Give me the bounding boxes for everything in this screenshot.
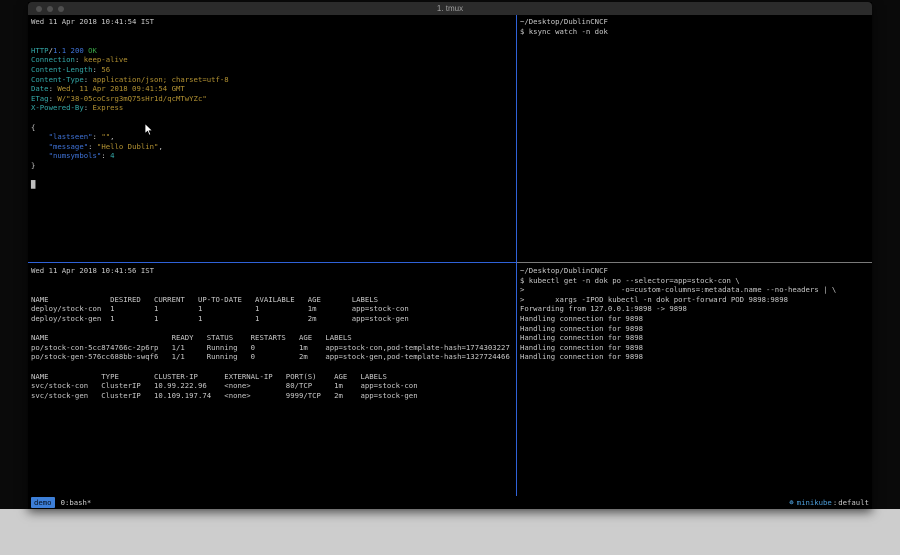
terminal-line: "lastseen": "", — [31, 132, 516, 142]
terminal-line: deploy/stock-con 1 1 1 1 1m app=stock-co… — [31, 304, 516, 314]
terminal-line: X-Powered-By: Express — [31, 103, 516, 113]
terminal-line: po/stock-con-5cc874766c-2p6rp 1/1 Runnin… — [31, 343, 516, 353]
terminal-line: > -o=custom-columns=:metadata.name --no-… — [520, 285, 872, 295]
terminal-line: ~/Desktop/DublinCNCF — [520, 17, 872, 27]
terminal-window: 1. tmux Wed 11 Apr 2018 10:41:54 IST HTT… — [28, 2, 872, 509]
pane-http-response[interactable]: Wed 11 Apr 2018 10:41:54 IST HTTP/1.1 20… — [28, 15, 516, 262]
desktop: 1. tmux Wed 11 Apr 2018 10:41:54 IST HTT… — [0, 0, 900, 555]
terminal-line: NAME READY STATUS RESTARTS AGE LABELS — [31, 333, 516, 343]
terminal-line — [31, 171, 516, 181]
terminal-line: Handling connection for 9898 — [520, 352, 872, 362]
terminal-line — [31, 27, 516, 37]
terminal-line: Wed 11 Apr 2018 10:41:56 IST — [31, 266, 516, 276]
window-title: 1. tmux — [437, 2, 463, 15]
minimize-window-icon[interactable] — [47, 6, 53, 12]
terminal-line — [31, 36, 516, 46]
terminal-line: Handling connection for 9898 — [520, 314, 872, 324]
zoom-window-icon[interactable] — [58, 6, 64, 12]
terminal-line: deploy/stock-gen 1 1 1 1 2m app=stock-ge… — [31, 314, 516, 324]
terminal-line: Content-Type: application/json; charset=… — [31, 75, 516, 85]
terminal-line: } — [31, 161, 516, 171]
session-name-badge: demo — [31, 497, 55, 508]
terminal-line: NAME TYPE CLUSTER-IP EXTERNAL-IP PORT(S)… — [31, 372, 516, 382]
kubernetes-icon: ☸ — [789, 498, 793, 507]
terminal-line: Handling connection for 9898 — [520, 343, 872, 353]
pane-port-forward[interactable]: ~/Desktop/DublinCNCF$ kubectl get -n dok… — [517, 263, 872, 496]
terminal-line: $ kubectl get -n dok po --selector=app=s… — [520, 276, 872, 286]
terminal-line: ETag: W/"38-05coCsrg3mQ75sHr1d/qcMTwYZc" — [31, 94, 516, 104]
terminal-line: ~/Desktop/DublinCNCF — [520, 266, 872, 276]
kube-context-name: minikube — [797, 498, 832, 507]
pane-kubectl-get[interactable]: Wed 11 Apr 2018 10:41:56 IST NAME DESIRE… — [28, 263, 516, 496]
close-window-icon[interactable] — [36, 6, 42, 12]
status-left: demo 0:bash* — [31, 497, 91, 508]
terminal-line — [31, 285, 516, 295]
kube-context-indicator: ☸ minikube : default — [789, 498, 869, 507]
pane-divider-horizontal-left[interactable] — [28, 262, 516, 263]
terminal-line: svc/stock-gen ClusterIP 10.109.197.74 <n… — [31, 391, 516, 401]
terminal-line: Date: Wed, 11 Apr 2018 09:41:54 GMT — [31, 84, 516, 94]
traffic-lights — [36, 6, 64, 12]
terminal-line: NAME DESIRED CURRENT UP-TO-DATE AVAILABL… — [31, 295, 516, 305]
terminal-line: Forwarding from 127.0.0.1:9898 -> 9898 — [520, 304, 872, 314]
terminal-line: Handling connection for 9898 — [520, 333, 872, 343]
terminal-line: "numsymbols": 4 — [31, 151, 516, 161]
terminal-line: HTTP/1.1 200 OK — [31, 46, 516, 56]
kube-namespace: default — [838, 498, 869, 507]
tmux-terminal: Wed 11 Apr 2018 10:41:54 IST HTTP/1.1 20… — [28, 15, 872, 496]
terminal-line: █ — [31, 180, 516, 190]
terminal-line — [31, 276, 516, 286]
pane-ksync-watch[interactable]: ~/Desktop/DublinCNCF$ ksync watch -n dok — [517, 15, 872, 262]
terminal-line: { — [31, 123, 516, 133]
terminal-line: Wed 11 Apr 2018 10:41:54 IST — [31, 17, 516, 27]
terminal-line: svc/stock-con ClusterIP 10.99.222.96 <no… — [31, 381, 516, 391]
window-list-item-bash[interactable]: 0:bash* — [61, 498, 92, 507]
terminal-line: > xargs -IPOD kubectl -n dok port-forwar… — [520, 295, 872, 305]
pane-divider-horizontal-right[interactable] — [517, 262, 872, 263]
terminal-line: Content-Length: 56 — [31, 65, 516, 75]
tmux-status-bar: demo 0:bash* ☸ minikube : default — [28, 496, 872, 509]
kube-context-separator: : — [833, 498, 837, 507]
pane-divider-vertical[interactable] — [516, 15, 517, 496]
terminal-line: $ ksync watch -n dok — [520, 27, 872, 37]
terminal-line: Handling connection for 9898 — [520, 324, 872, 334]
terminal-line: Connection: keep-alive — [31, 55, 516, 65]
terminal-line — [31, 113, 516, 123]
terminal-line: "message": "Hello Dublin", — [31, 142, 516, 152]
mouse-cursor — [144, 123, 154, 137]
terminal-line — [31, 362, 516, 372]
terminal-line — [31, 324, 516, 334]
window-titlebar[interactable]: 1. tmux — [28, 2, 872, 15]
terminal-line: po/stock-gen-576cc688bb-swqf6 1/1 Runnin… — [31, 352, 516, 362]
desktop-background — [0, 509, 900, 555]
